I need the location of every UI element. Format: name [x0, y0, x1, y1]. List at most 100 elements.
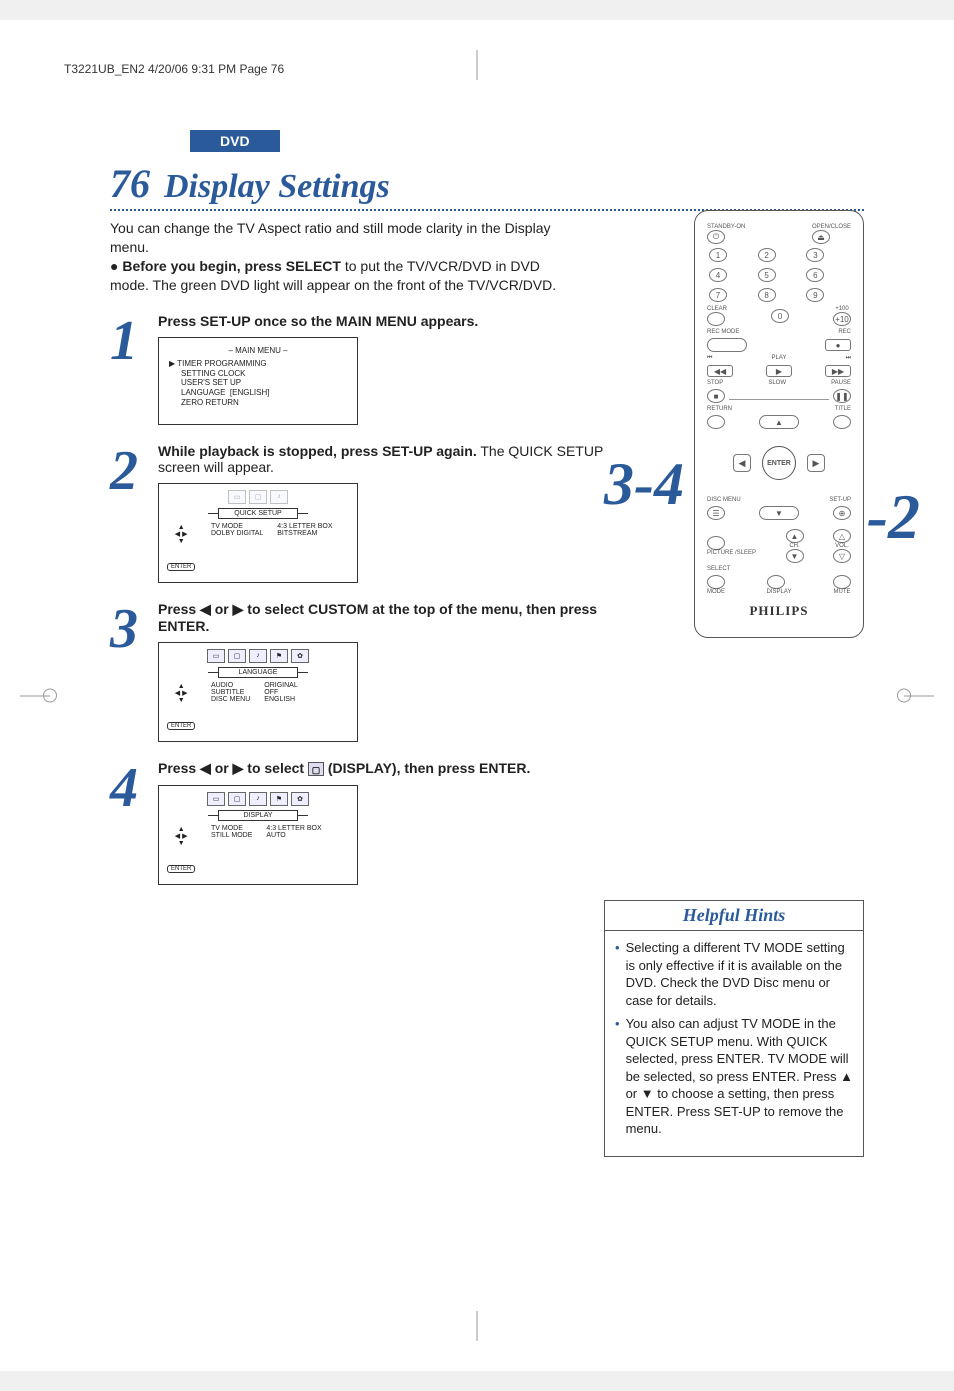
num-3: 3	[806, 248, 824, 262]
num-8: 8	[758, 288, 776, 302]
panel-l2: SUBTITLE	[211, 689, 250, 696]
tab-icon: ♪	[270, 490, 288, 504]
prev-icon: ⏮	[707, 355, 712, 362]
step-4: 4 Press ◀ or ▶ to select ▢ (DISPLAY), th…	[110, 760, 610, 885]
panel-r1: 4:3 LETTER BOX	[277, 523, 332, 530]
step-4-d: (DISPLAY), then press ENTER.	[324, 760, 530, 776]
callout-3-4: 3-4	[604, 450, 684, 519]
num-7: 7	[709, 288, 727, 302]
page-number: 76	[110, 160, 150, 207]
tab-icon: ▢	[228, 792, 246, 806]
lbl-setup: SET-UP	[829, 497, 851, 503]
lbl-select: SELECT	[707, 566, 730, 572]
lbl-stop: STOP	[707, 380, 723, 386]
lbl-plus100: +100	[833, 306, 851, 312]
intro-line1: You can change the TV Aspect ratio and s…	[110, 220, 550, 255]
tab-row: ▭ ▢ ♪ ⚑ ✿	[165, 792, 351, 806]
tab-row: ▭ ▢ ♪	[165, 490, 351, 504]
clear-button	[707, 312, 725, 326]
step-3: 3 Press ◀ or ▶ to select CUSTOM at the t…	[110, 601, 610, 742]
remote-illustration: STANDBY-ON⏻ OPEN/CLOSE⏏ 1 2 3 4 5 6 7 8 …	[694, 210, 864, 638]
display-tab-icon: ▢	[308, 762, 324, 776]
lbl-vol: VOL.	[833, 543, 851, 549]
stop-button: ■	[707, 389, 725, 403]
intro-text: You can change the TV Aspect ratio and s…	[110, 219, 580, 295]
rec-button: ●	[825, 339, 851, 351]
num-1: 1	[709, 248, 727, 262]
menu-item-user: USER'S SET UP	[169, 378, 347, 388]
discmenu-button: ☰	[707, 506, 725, 520]
step-3-pre: Press	[158, 601, 200, 617]
hint-2: You also can adjust TV MODE in the QUICK…	[626, 1015, 853, 1138]
lbl-recmode: REC MODE	[707, 329, 739, 335]
display-screenshot: ▲◀▶▼ ENTER ▭ ▢ ♪ ⚑ ✿ DISPLAY TV MODE	[158, 785, 358, 885]
picture-button	[707, 536, 725, 550]
crop-mark-top	[477, 50, 478, 80]
manual-page: T3221UB_EN2 4/20/06 9:31 PM Page 76 DVD …	[0, 20, 954, 1371]
panel-columns: TV MODE DOLBY DIGITAL 4:3 LETTER BOX BIT…	[201, 523, 351, 537]
crop-mark-left	[20, 695, 50, 696]
lbl-title: TITLE	[835, 406, 851, 412]
intro-before-bold: Before you begin, press SELECT	[122, 258, 341, 274]
tab-icon: ✿	[291, 649, 309, 663]
panel-r1: 4:3 LETTER BOX	[266, 825, 321, 832]
main-menu-screenshot: – MAIN MENU – TIMER PROGRAMMING SETTING …	[158, 337, 358, 425]
setup-button: ⊕	[833, 506, 851, 520]
step-4-b: or	[211, 760, 233, 776]
pause-button: ❚❚	[833, 389, 851, 403]
lbl-display: DISPLAY	[767, 589, 792, 595]
panel-l1: TV MODE	[211, 523, 263, 530]
brand-logo: PHILIPS	[703, 603, 855, 619]
lbl-return: RETURN	[707, 406, 732, 412]
menu-item-clock: SETTING CLOCK	[169, 369, 347, 379]
tab-icon: ✿	[291, 792, 309, 806]
nav-diamond-icon: ▲◀▶▼ ENTER	[167, 826, 195, 873]
page-title: Display Settings	[164, 168, 390, 206]
quick-setup-screenshot: ▲◀▶▼ ENTER ▭ ▢ ♪ QUICK SETUP TV MODE DOL…	[158, 483, 358, 583]
nav-diamond-icon: ▲◀▶▼ ENTER	[167, 524, 195, 571]
panel-columns: TV MODE STILL MODE 4:3 LETTER BOX AUTO	[201, 825, 351, 839]
panel-l3: DISC MENU	[211, 696, 250, 703]
panel-l1: TV MODE	[211, 825, 252, 832]
lbl-play: PLAY	[772, 355, 787, 362]
ff-button: ▶▶	[825, 365, 851, 377]
ch-down-button: ▼	[786, 549, 804, 563]
language-screenshot: ▲◀▶▼ ENTER ▭ ▢ ♪ ⚑ ✿ LANGUAGE AUDIO	[158, 642, 358, 742]
hint-1: Selecting a different TV MODE setting is…	[626, 939, 853, 1009]
num-0: 0	[771, 309, 789, 323]
enter-button: ENTER	[762, 446, 796, 480]
hints-list: Selecting a different TV MODE setting is…	[605, 931, 863, 1156]
lbl-picture: PICTURE /SLEEP	[707, 550, 756, 556]
step-2: 2 While playback is stopped, press SET-U…	[110, 443, 610, 583]
panel-l1: AUDIO	[211, 682, 250, 689]
tab-icon: ▢	[249, 490, 267, 504]
step-1-text: Press SET-UP once so the MAIN MENU appea…	[158, 313, 478, 329]
main-menu-title: – MAIN MENU –	[169, 346, 347, 356]
vol-up-button: △	[833, 529, 851, 543]
up-arc-button: ▲	[759, 415, 799, 429]
mute-button	[833, 575, 851, 589]
lbl-clear: CLEAR	[707, 306, 727, 312]
enter-pill: ENTER	[167, 722, 195, 730]
panel-label: DISPLAY	[218, 810, 298, 821]
num-2: 2	[758, 248, 776, 262]
down-arc-button: ▼	[759, 506, 799, 520]
panel-r3: ENGLISH	[264, 696, 297, 703]
remote-control: STANDBY-ON⏻ OPEN/CLOSE⏏ 1 2 3 4 5 6 7 8 …	[694, 210, 864, 638]
tab-icon: ▭	[207, 792, 225, 806]
step-2-number: 2	[110, 449, 158, 583]
section-badge: DVD	[190, 130, 280, 152]
panel-r1: ORIGINAL	[264, 682, 297, 689]
panel-r2: OFF	[264, 689, 297, 696]
next-icon: ⏭	[846, 355, 851, 362]
arrow-left-button: ◀	[733, 454, 751, 472]
intro-bullet: ●	[110, 258, 122, 274]
recmode-button	[707, 338, 747, 352]
enter-pill: ENTER	[167, 865, 195, 873]
play-button: ▶	[766, 365, 792, 377]
tab-icon: ▭	[228, 490, 246, 504]
step-4-c: to select	[243, 760, 308, 776]
plus10-button: +10	[833, 312, 851, 326]
step-4-a: Press	[158, 760, 200, 776]
num-4: 4	[709, 268, 727, 282]
